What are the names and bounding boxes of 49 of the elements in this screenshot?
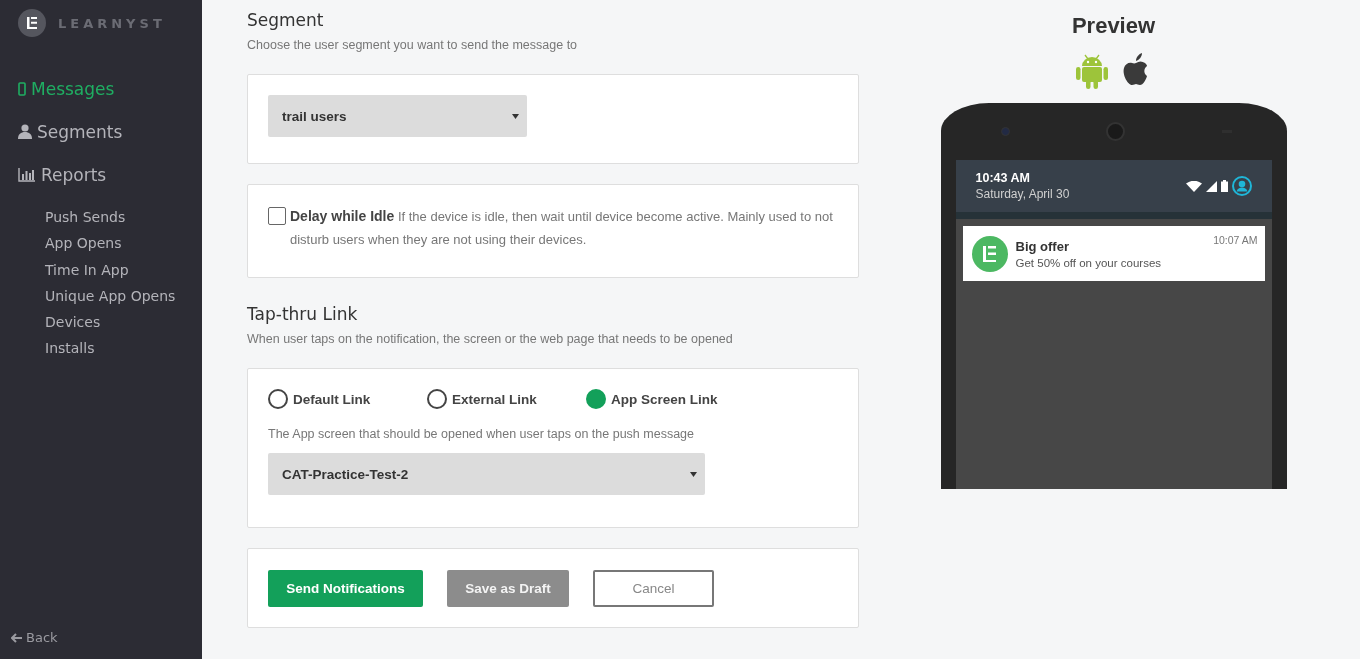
arrow-left-icon [11, 632, 22, 643]
checkbox-label: Delay while Idle If the device is idle, then wait until device become active. Mainly used to not disturb users when they are not using their devices. [290, 207, 834, 249]
logo-text: LEARNYST [58, 15, 166, 31]
notification-body: Get 50% off on your courses [1015, 256, 1163, 269]
clock-date: Saturday, April 30 [975, 187, 1070, 201]
action-button[interactable]: Cancel [593, 569, 714, 607]
section-hint: Choose the user segment you want to send the message to [247, 38, 579, 52]
android-icon [1075, 53, 1108, 89]
nav-subitem[interactable]: Unique App Opens [45, 282, 202, 310]
back-link[interactable]: Back [11, 630, 202, 645]
phone-icon [18, 81, 26, 96]
nav-subitem[interactable]: Devices [45, 309, 202, 336]
radio-button[interactable] [268, 389, 288, 409]
preview-title: Preview [1071, 13, 1156, 39]
notification-card[interactable]: Big offer Get 50% off on your courses 10:07 AM [962, 226, 1265, 281]
nav-subitem[interactable]: App Opens [45, 230, 202, 257]
logo-icon [18, 9, 46, 37]
user-icon [18, 124, 32, 139]
signal-icon [1205, 180, 1217, 192]
nav-subitem[interactable]: Time In App [45, 256, 202, 283]
section-hint: When user taps on the notification, the screen or the web page that needs to be opened [247, 332, 734, 346]
caret-icon [690, 471, 697, 477]
battery-icon [1220, 180, 1228, 192]
radio-label: External Link [452, 391, 537, 407]
checkbox[interactable] [268, 207, 286, 225]
camera-icon [1000, 127, 1010, 136]
nav-subitem[interactable]: Installs [45, 335, 202, 362]
speaker-icon [1106, 122, 1125, 141]
wifi-icon [1185, 180, 1202, 192]
notification-time: 10:07 AM [1213, 234, 1258, 246]
account-icon [1231, 176, 1252, 196]
field-hint: The App screen that should be opened when user taps on the push message [268, 427, 695, 441]
app-screen-dropdown[interactable]: CAT-Practice-Test-2 [268, 453, 705, 495]
clock-time: 10:43 AM [975, 171, 1031, 185]
notification-title: Big offer [1015, 238, 1070, 254]
radio-button[interactable] [427, 389, 447, 409]
section-title: Tap-thru Link [247, 304, 359, 324]
caret-icon [512, 113, 519, 119]
nav-item[interactable]: Messages [18, 67, 202, 110]
nav-item[interactable]: Segments [18, 110, 202, 153]
radio-button[interactable] [586, 389, 606, 409]
radio-label: App Screen Link [611, 391, 718, 407]
bar-chart-icon [18, 167, 36, 182]
segment-dropdown[interactable]: trail users [268, 95, 527, 137]
radio-label: Default Link [293, 391, 371, 407]
nav-item[interactable]: Reports [18, 153, 202, 196]
app-logo-icon [971, 235, 1008, 272]
nav-subitem[interactable]: Push Sends [45, 204, 202, 231]
section-title: Segment [247, 10, 325, 30]
